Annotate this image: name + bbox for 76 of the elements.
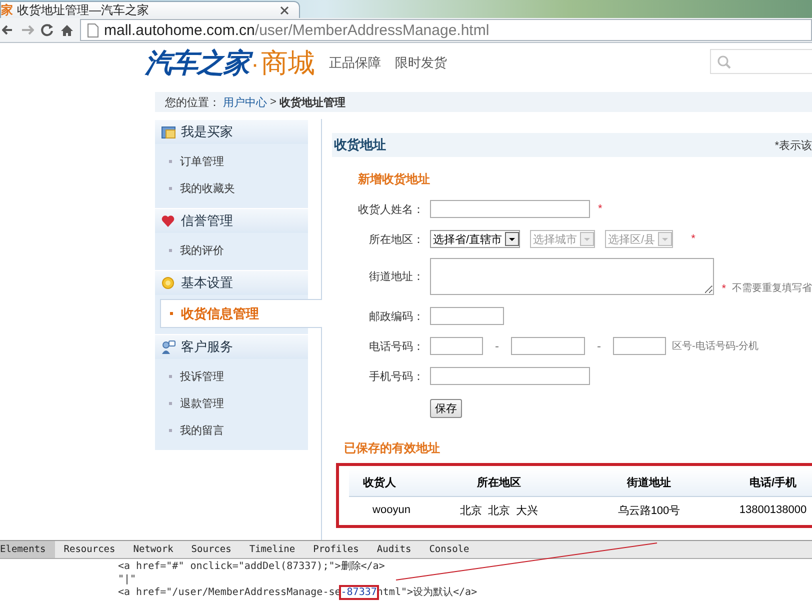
code-line: <a href="#" onclick="addDel(87337);">删除</a>	[118, 561, 385, 572]
input-field[interactable]	[613, 337, 666, 355]
breadcrumb-current: 收货地址管理	[279, 96, 346, 110]
required-note: *表示该	[774, 138, 812, 152]
input-field[interactable]	[511, 337, 585, 355]
caret-icon	[580, 232, 594, 246]
page-icon	[87, 22, 99, 38]
sidebar-section-header[interactable]: 基本设置	[155, 270, 308, 295]
sidebar-item[interactable]: 我的留言	[155, 417, 308, 444]
logo-subtitle: 商城	[261, 46, 315, 80]
address-bar[interactable]: mall.autohome.com.cn/user/MemberAddressManage.html	[80, 19, 812, 41]
tab-title: 收货地址管理—汽车之家	[17, 2, 149, 18]
devtools-tab[interactable]: Resources	[54, 541, 124, 558]
forward-icon[interactable]	[20, 23, 34, 37]
input-field[interactable]	[430, 200, 590, 218]
devtools-tab[interactable]: Console	[420, 541, 478, 558]
devtools-tab[interactable]: Profiles	[304, 541, 368, 558]
select-dropdown[interactable]: 选择省/直辖市	[430, 230, 520, 248]
input-field[interactable]	[430, 307, 504, 325]
separator: -	[597, 339, 601, 353]
devtools-tab[interactable]: Network	[124, 541, 182, 558]
field-label: 电话号码：	[368, 340, 425, 354]
table-cell-text: 13800138000	[738, 503, 808, 518]
breadcrumb-link[interactable]: 用户中心	[223, 94, 267, 110]
table-cell-text: 乌云路100号	[616, 504, 682, 518]
sidebar-item[interactable]: 我的收藏夹	[155, 175, 308, 202]
breadcrumb-separator: >	[270, 96, 276, 108]
highlighted-code: -87337	[340, 587, 377, 598]
save-button[interactable]: 保存	[430, 399, 462, 418]
field-hint: 不需要重复填写省	[732, 282, 812, 295]
section-title: 已保存的有效地址	[344, 440, 441, 457]
panel-title: 收货地址	[334, 136, 386, 154]
devtools-tab[interactable]: Timeline	[240, 541, 304, 558]
separator: -	[495, 339, 499, 353]
field-label: 收货人姓名：	[357, 202, 425, 216]
field-label: 邮政编码：	[368, 310, 425, 324]
sun-icon	[161, 276, 176, 290]
code-line: "|"	[118, 574, 136, 585]
field-label: 所在地区：	[368, 232, 425, 246]
person-icon	[161, 340, 176, 354]
breadcrumb-label: 您的位置：	[165, 96, 220, 110]
back-icon[interactable]	[2, 23, 14, 37]
input-field[interactable]	[430, 367, 590, 385]
table-cell-text: 北京 北京 大兴	[458, 504, 540, 518]
input-field[interactable]	[430, 337, 483, 355]
home-icon[interactable]	[60, 23, 74, 37]
text-area[interactable]	[430, 258, 714, 295]
sidebar-section-header[interactable]: 客户服务	[155, 334, 308, 359]
field-label: 手机号码：	[368, 370, 425, 384]
required-mark: *	[722, 283, 726, 295]
required-mark: *	[598, 203, 602, 215]
field-hint: 区号-电话号码-分机	[672, 340, 759, 353]
search-icon	[717, 54, 731, 68]
sidebar-item[interactable]: 退款管理	[155, 390, 308, 417]
sidebar-item[interactable]: 订单管理	[155, 148, 308, 175]
reload-icon[interactable]	[40, 23, 54, 37]
browser-tab[interactable]: 家 收货地址管理—汽车之家	[0, 1, 300, 18]
code-line: <a href="/user/MemberAddressManage-se	[118, 587, 341, 598]
table-cell-text: wooyun	[372, 503, 412, 518]
search-field[interactable]	[710, 49, 812, 74]
required-mark: *	[691, 233, 696, 245]
caret-icon	[505, 232, 520, 246]
devtools-tab[interactable]: Sources	[182, 541, 240, 558]
slogan: 限时发货	[395, 54, 447, 72]
tab-favicon: 家	[1, 2, 13, 18]
section-title: 新增收货地址	[358, 171, 431, 188]
sidebar-item[interactable]: 投诉管理	[155, 363, 308, 390]
slogan: 正品保障	[329, 54, 381, 72]
devtools-tab[interactable]: Elements	[0, 541, 55, 558]
field-label: 街道地址：	[368, 270, 425, 284]
caret-icon	[658, 232, 672, 246]
sidebar-section-header[interactable]: 我是买家	[155, 119, 308, 144]
heart-icon	[161, 214, 176, 228]
devtools-tab[interactable]: Audits	[368, 541, 420, 558]
sidebar-section-header[interactable]: 信誉管理	[155, 208, 308, 233]
close-icon[interactable]	[280, 6, 289, 14]
